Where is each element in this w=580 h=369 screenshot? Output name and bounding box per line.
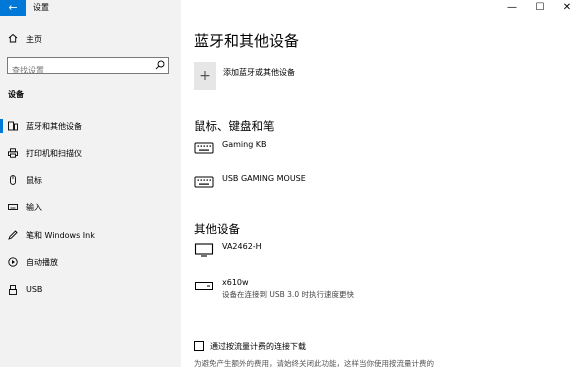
printer-icon [8,148,18,158]
add-device-label[interactable]: 添加蓝牙或其他设备 [223,67,295,78]
section-header: 设备 [8,90,24,99]
page-title: 蓝牙和其他设备 [194,32,300,50]
sidebar: ← 设置 主页 设备 蓝牙和其他设备 打印机和扫描仪 [0,0,181,367]
home-icon [8,33,18,43]
sidebar-item-label: 蓝牙和其他设备 [26,122,82,131]
keyboard-device-icon [194,176,214,188]
metered-checkbox-label[interactable]: 通过按流量计费的连接下载 [210,341,306,352]
maximize-button[interactable]: ☐ [528,0,552,16]
device-status: 设备在连接到 USB 3.0 时执行速度更快 [222,290,354,299]
monitor-icon [194,243,214,257]
device-name: VA2462-H [222,242,262,251]
mouse-icon [10,175,16,185]
search-input[interactable] [8,63,152,78]
device-name: x610w [222,278,249,287]
sidebar-item-usb[interactable]: USB [0,279,181,301]
group-header-input-devices: 鼠标、键盘和笔 [194,119,275,133]
close-button[interactable]: ✕ [555,0,579,16]
nav-home[interactable]: 主页 [0,30,181,48]
device-name: USB GAMING MOUSE [222,174,306,183]
minimize-button[interactable]: — [500,0,524,16]
metered-note: 为避免产生额外的费用，请始终关闭此功能，这样当你使用按流量计费的 [194,359,434,368]
sidebar-item-label: USB [26,285,43,294]
active-indicator [0,119,3,133]
sidebar-item-autoplay[interactable]: 自动播放 [0,251,181,273]
sidebar-item-pen[interactable]: 笔和 Windows Ink [0,224,181,246]
pen-icon [8,230,18,240]
sidebar-item-bluetooth[interactable]: 蓝牙和其他设备 [0,115,181,137]
keyboard-icon [8,204,18,210]
drive-icon [195,282,213,290]
sidebar-item-label: 输入 [26,203,42,212]
plus-icon: + [199,68,211,84]
keyboard-device-icon [194,142,214,154]
sidebar-item-printers[interactable]: 打印机和扫描仪 [0,142,181,164]
device-name: Gaming KB [222,140,267,149]
sidebar-item-label: 笔和 Windows Ink [26,231,95,240]
nav-home-label: 主页 [26,35,42,44]
search-icon[interactable] [155,60,165,70]
bluetooth-devices-icon [8,121,18,131]
usb-icon [9,285,17,295]
title-bar: ← 设置 [0,0,181,16]
back-arrow-icon: ← [8,1,18,14]
sidebar-item-label: 打印机和扫描仪 [26,149,82,158]
search-box [7,57,169,78]
back-button[interactable]: ← [0,0,26,16]
sidebar-item-label: 鼠标 [26,176,42,185]
metered-checkbox[interactable] [194,341,204,351]
sidebar-item-mouse[interactable]: 鼠标 [0,169,181,191]
app-title: 设置 [33,3,49,12]
sidebar-item-typing[interactable]: 输入 [0,196,181,218]
add-device-button[interactable]: + [194,62,216,90]
autoplay-icon [8,257,18,267]
group-header-other-devices: 其他设备 [194,222,240,236]
sidebar-item-label: 自动播放 [26,258,58,267]
